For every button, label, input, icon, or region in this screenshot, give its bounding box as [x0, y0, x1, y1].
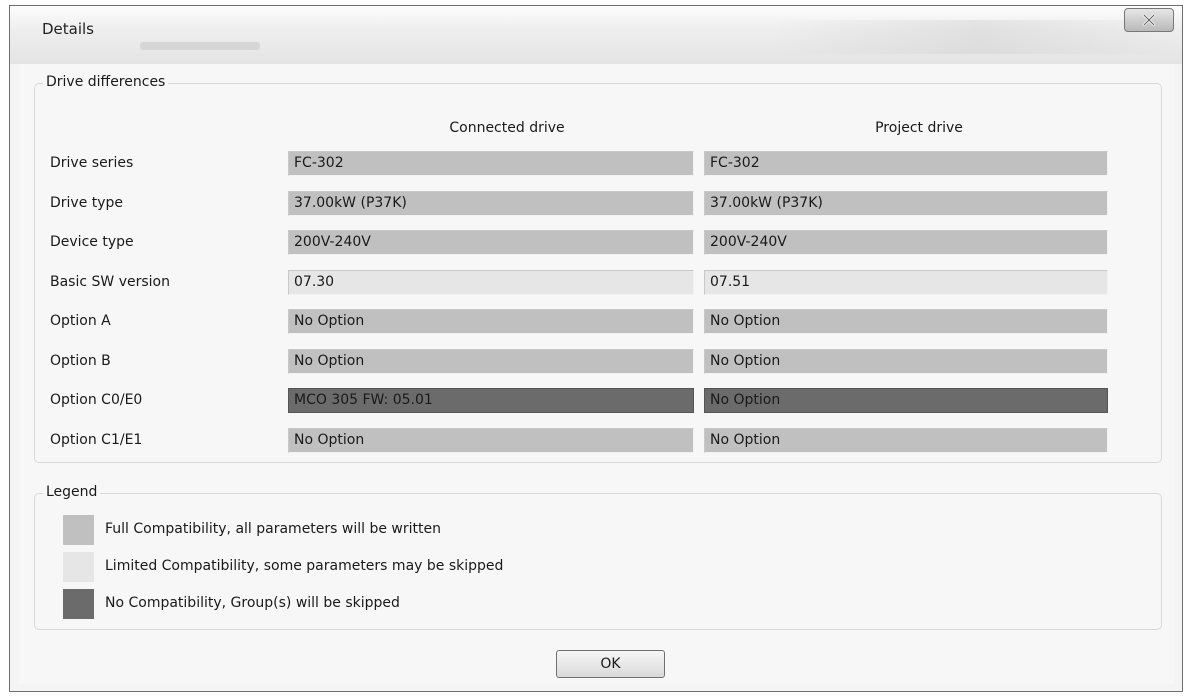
- project-drive-value: No Option: [704, 309, 1108, 334]
- window-title: Details: [42, 20, 95, 38]
- legend-text: Full Compatibility, all parameters will …: [105, 521, 441, 537]
- row-label: Drive type: [50, 195, 124, 211]
- row-label: Drive series: [50, 155, 134, 171]
- legend-text: No Compatibility, Group(s) will be skipp…: [105, 595, 400, 611]
- legend-swatch-full: [63, 515, 94, 545]
- project-drive-value: 07.51: [704, 270, 1108, 295]
- connected-drive-value: 07.30: [288, 270, 694, 295]
- close-x-icon: [1142, 14, 1156, 26]
- legend-group: Legend Full Compatibility, all parameter…: [34, 484, 1162, 630]
- connected-drive-value: No Option: [288, 428, 694, 453]
- ok-button[interactable]: OK: [556, 650, 665, 678]
- drive-differences-group: Drive differences Connected drive Projec…: [34, 74, 1162, 463]
- project-drive-value: No Option: [704, 349, 1108, 374]
- connected-drive-value: No Option: [288, 349, 694, 374]
- row-label: Basic SW version: [50, 274, 170, 290]
- connected-drive-value: 37.00kW (P37K): [288, 191, 694, 216]
- connected-drive-value: FC-302: [288, 151, 694, 176]
- row-label: Device type: [50, 234, 134, 250]
- project-drive-value: 200V-240V: [704, 230, 1108, 255]
- connected-drive-value: MCO 305 FW: 05.01: [288, 388, 694, 413]
- column-header-project: Project drive: [875, 120, 963, 136]
- row-label: Option C0/E0: [50, 392, 143, 408]
- connected-drive-value: No Option: [288, 309, 694, 334]
- row-label: Option C1/E1: [50, 432, 143, 448]
- connected-drive-value: 200V-240V: [288, 230, 694, 255]
- project-drive-value: No Option: [704, 428, 1108, 453]
- background-ghost: [140, 42, 260, 50]
- project-drive-value: FC-302: [704, 151, 1108, 176]
- title-bar[interactable]: Details: [10, 6, 1182, 64]
- row-label: Option A: [50, 313, 111, 329]
- column-header-connected: Connected drive: [449, 120, 565, 136]
- legend-text: Limited Compatibility, some parameters m…: [105, 558, 504, 574]
- legend-swatch-limited: [63, 552, 94, 582]
- dialog-content: Drive differences Connected drive Projec…: [19, 64, 1174, 684]
- row-label: Option B: [50, 353, 111, 369]
- background-ghost: [770, 20, 1182, 54]
- drive-differences-title: Drive differences: [43, 74, 169, 90]
- project-drive-value: No Option: [704, 388, 1108, 413]
- close-button[interactable]: [1124, 8, 1174, 32]
- legend-title: Legend: [43, 484, 101, 500]
- project-drive-value: 37.00kW (P37K): [704, 191, 1108, 216]
- details-dialog: Details Drive differences Connected driv…: [9, 5, 1183, 692]
- legend-swatch-none: [63, 589, 94, 619]
